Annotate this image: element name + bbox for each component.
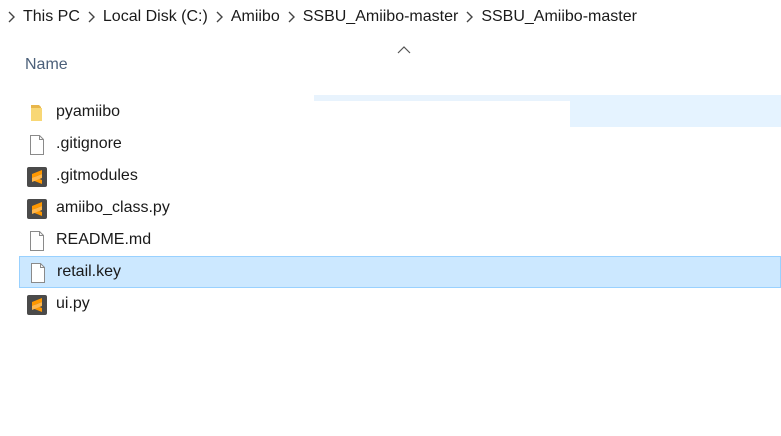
list-item-ui-py[interactable]: ui.py	[0, 288, 781, 320]
file-list: pyamiibo .gitignore .gitmodules amiibo_c…	[0, 96, 781, 320]
folder-icon	[26, 102, 48, 124]
file-name: .gitmodules	[56, 167, 138, 184]
breadcrumb-item-this-pc[interactable]: This PC	[23, 8, 80, 26]
list-item-gitmodules[interactable]: .gitmodules	[0, 160, 781, 192]
breadcrumb-item-ssbu-amiibo-master-current[interactable]: SSBU_Amiibo-master	[481, 8, 637, 26]
document-icon	[26, 134, 48, 156]
column-header-name[interactable]: Name	[25, 56, 68, 74]
chevron-right-icon[interactable]	[6, 0, 16, 34]
file-name: ui.py	[56, 295, 90, 312]
list-item-amiibo-class-py[interactable]: amiibo_class.py	[0, 192, 781, 224]
chevron-right-icon[interactable]	[464, 0, 474, 34]
breadcrumb-item-amiibo[interactable]: Amiibo	[231, 8, 280, 26]
chevron-right-icon[interactable]	[286, 0, 296, 34]
chevron-right-icon[interactable]	[214, 0, 224, 34]
sublime-text-icon	[26, 198, 48, 220]
sublime-text-icon	[26, 166, 48, 188]
file-name: retail.key	[57, 263, 122, 280]
breadcrumb-item-local-disk[interactable]: Local Disk (C:)	[103, 8, 208, 26]
file-name: pyamiibo	[56, 103, 121, 120]
file-name: README.md	[56, 231, 152, 248]
file-explorer: This PC Local Disk (C:) Amiibo SSBU_Amii…	[0, 0, 781, 436]
sort-ascending-icon	[397, 42, 411, 54]
breadcrumb: This PC Local Disk (C:) Amiibo SSBU_Amii…	[0, 0, 781, 34]
list-item-gitignore[interactable]: .gitignore	[0, 128, 781, 160]
list-item-readme-md[interactable]: README.md	[0, 224, 781, 256]
file-name: .gitignore	[56, 135, 122, 152]
file-name: amiibo_class.py	[56, 199, 170, 216]
document-icon	[26, 230, 48, 252]
breadcrumb-item-ssbu-amiibo-master[interactable]: SSBU_Amiibo-master	[303, 8, 459, 26]
sublime-text-icon	[26, 294, 48, 316]
document-icon	[27, 262, 49, 284]
chevron-right-icon[interactable]	[86, 0, 96, 34]
list-item-pyamiibo[interactable]: pyamiibo	[0, 96, 781, 128]
list-item-retail-key[interactable]: retail.key	[19, 256, 781, 288]
